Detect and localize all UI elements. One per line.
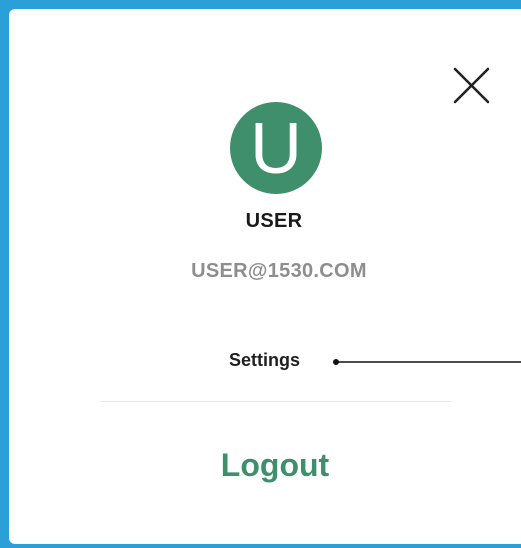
user-menu-panel: U USER USER@1530.COM Settings Logout <box>9 9 521 544</box>
logout-link[interactable]: Logout <box>9 447 521 484</box>
avatar-initial: U <box>250 109 302 189</box>
user-name: USER <box>245 210 303 232</box>
user-email: USER@1530.COM <box>191 260 367 282</box>
avatar: U <box>230 102 322 194</box>
close-button[interactable] <box>442 59 498 115</box>
callout-pointer <box>333 359 521 365</box>
divider <box>101 401 451 402</box>
settings-link[interactable]: Settings <box>229 350 300 371</box>
close-icon <box>453 67 490 104</box>
